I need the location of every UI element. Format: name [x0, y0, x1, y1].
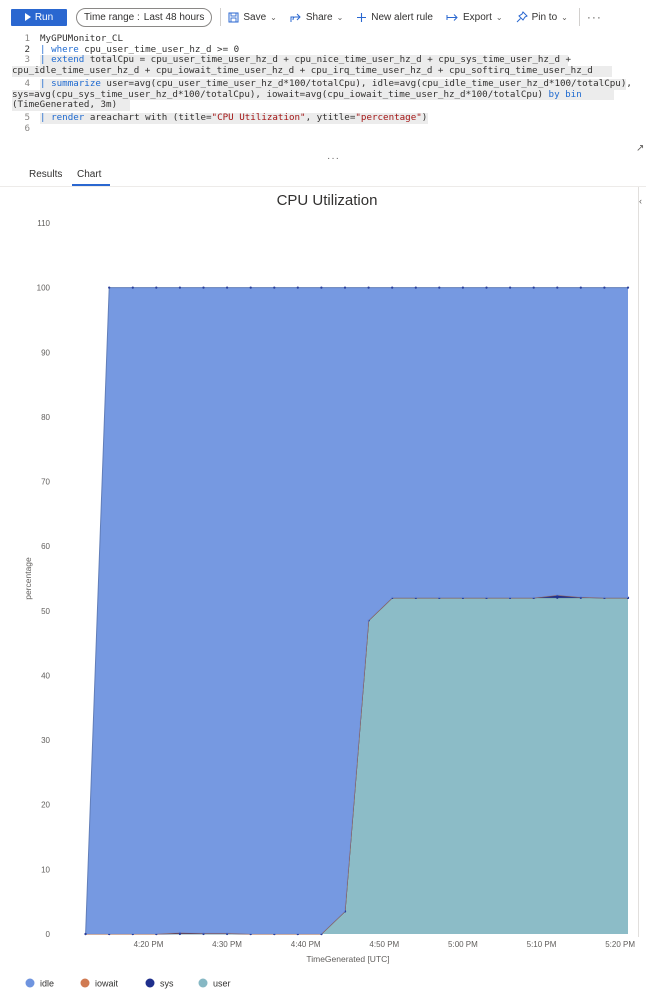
share-label: Share: [305, 11, 333, 23]
point-idle: [485, 286, 488, 289]
chevron-down-icon: ⌄: [270, 12, 277, 22]
time-range-label: Time range :: [84, 11, 140, 23]
y-tick-label: 20: [41, 801, 50, 810]
point-idle: [367, 286, 370, 289]
point-idle: [438, 286, 441, 289]
point-idle: [273, 286, 276, 289]
y-tick-label: 60: [41, 542, 50, 551]
y-tick-label: 10: [41, 865, 50, 874]
pin-to-button[interactable]: Pin to ⌄: [516, 11, 568, 23]
x-tick-label: 5:10 PM: [527, 940, 557, 949]
share-button[interactable]: Share ⌄: [290, 12, 343, 23]
toolbar-divider: [578, 8, 580, 26]
y-axis-label: percentage: [23, 557, 33, 600]
point-idle: [178, 286, 181, 289]
x-tick-label: 4:50 PM: [369, 940, 399, 949]
save-button[interactable]: Save ⌄: [228, 12, 277, 23]
chevron-down-icon: ⌄: [336, 12, 344, 22]
y-tick-label: 70: [41, 478, 50, 487]
chevron-down-icon: ⌄: [495, 12, 503, 22]
new-alert-label: New alert rule: [371, 11, 433, 23]
chart-title: CPU Utilization: [277, 192, 378, 209]
run-label: Run: [34, 11, 54, 23]
tab-results[interactable]: Results: [29, 169, 62, 180]
y-tick-label: 30: [41, 736, 50, 745]
save-label: Save: [243, 11, 267, 23]
share-icon: [290, 13, 301, 22]
point-idle: [603, 286, 606, 289]
y-tick-label: 100: [37, 284, 51, 293]
x-axis-label: TimeGenerated [UTC]: [306, 954, 389, 964]
code-line[interactable]: (TimeGenerated, 3m): [12, 100, 130, 112]
plus-icon: [357, 12, 367, 22]
point-idle: [626, 286, 630, 289]
point-idle: [414, 286, 417, 289]
point-idle: [249, 286, 252, 289]
x-tick-label: 4:30 PM: [212, 940, 242, 949]
cpu-area-chart[interactable]: CPU Utilization 0 10 20 30 40 50 60 70 80 90 100 110…: [0, 187, 636, 999]
legend-label-idle: idle: [40, 979, 54, 989]
x-tick-label: 4:40 PM: [291, 940, 321, 949]
point-idle: [556, 286, 559, 289]
save-icon: [228, 12, 239, 22]
legend-label-iowait: iowait: [95, 979, 119, 989]
export-button[interactable]: Export ⌄: [446, 12, 503, 23]
point-idle: [391, 286, 394, 289]
legend-label-user: user: [213, 979, 231, 989]
point-idle: [579, 286, 582, 289]
new-alert-rule-button[interactable]: New alert rule: [356, 12, 433, 23]
result-tabs: Results Chart: [0, 160, 646, 187]
point-idle: [532, 286, 535, 289]
point-idle: [509, 286, 512, 289]
more-options-button[interactable]: ···: [587, 10, 602, 24]
point-idle: [155, 286, 158, 289]
time-range-value: Last 48 hours: [143, 11, 205, 23]
code-line[interactable]: | render areachart with (title="CPU Util…: [40, 112, 428, 124]
x-tick-label: 5:00 PM: [448, 940, 478, 949]
point-idle: [202, 286, 205, 289]
y-tick-label: 90: [41, 348, 50, 357]
legend-swatch-idle: [25, 978, 35, 988]
query-editor[interactable]: 1 MyGPUMonitor_CL 2 | where cpu_user_tim…: [0, 33, 646, 154]
point-idle: [84, 932, 87, 936]
point-idle: [226, 286, 229, 289]
side-panel-divider: [638, 187, 639, 937]
time-range-picker[interactable]: Time range : Last 48 hours: [76, 7, 213, 27]
y-tick-label: 0: [46, 930, 51, 939]
legend-swatch-user: [198, 978, 208, 988]
point-idle: [131, 286, 134, 289]
y-tick-label: 40: [41, 671, 50, 680]
pin-icon: [516, 11, 528, 23]
point-idle: [108, 286, 111, 289]
y-tick-label: 80: [41, 413, 50, 422]
tab-chart[interactable]: Chart: [77, 169, 101, 180]
toolbar-divider: [220, 8, 222, 26]
export-label: Export: [462, 11, 492, 23]
active-tab-indicator: [72, 184, 110, 186]
pin-label: Pin to: [531, 11, 558, 23]
y-tick-label: 110: [37, 219, 50, 228]
play-icon: [24, 13, 31, 21]
chevron-left-icon[interactable]: ‹: [639, 196, 642, 206]
expand-editor-icon[interactable]: ↗: [636, 143, 644, 154]
run-button[interactable]: Run: [11, 8, 67, 26]
y-tick-label: 50: [41, 607, 50, 616]
legend-label-sys: sys: [160, 979, 174, 989]
point-idle: [320, 286, 323, 289]
legend-swatch-iowait: [80, 978, 90, 988]
query-toolbar: Run Time range : Last 48 hours Save ⌄ Sh…: [0, 0, 646, 34]
x-tick-label: 5:20 PM: [605, 940, 635, 949]
legend-swatch-sys: [145, 978, 155, 988]
chevron-down-icon: ⌄: [561, 12, 568, 22]
point-idle: [343, 286, 347, 289]
code-line[interactable]: cpu_idle_time_user_hz_d + cpu_iowait_tim…: [12, 65, 612, 77]
x-tick-label: 4:20 PM: [134, 940, 164, 949]
point-idle: [461, 286, 464, 289]
point-idle: [296, 286, 299, 289]
line-number: 6: [24, 123, 30, 134]
export-icon: [446, 13, 458, 21]
